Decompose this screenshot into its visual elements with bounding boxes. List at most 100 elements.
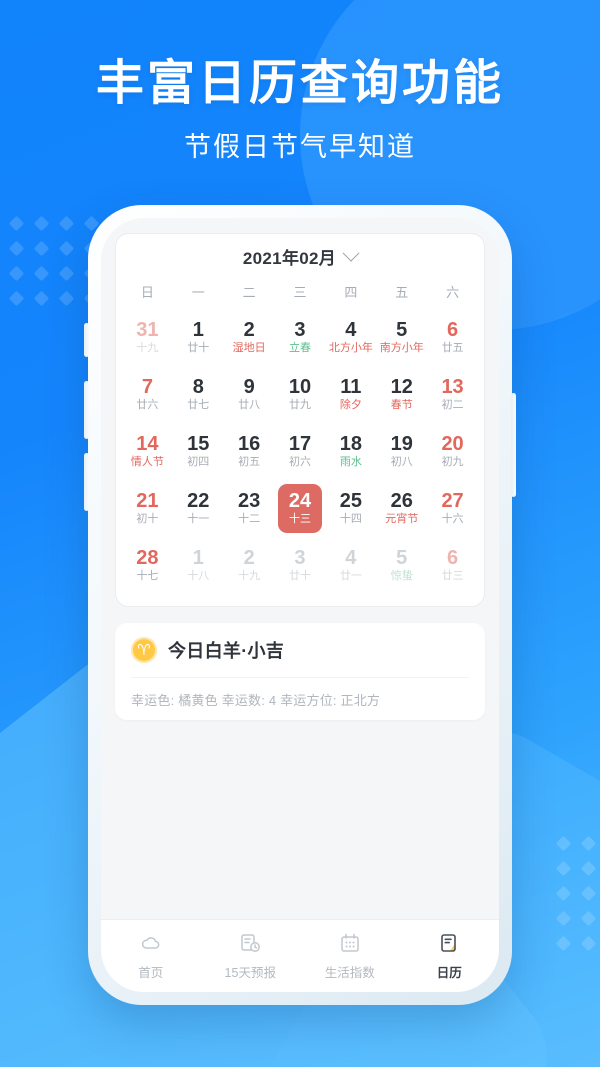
calendar-day-sublabel: 廿五 bbox=[441, 341, 464, 354]
calendar-day-cell[interactable]: 28 十七 bbox=[122, 537, 173, 594]
calendar-day-cell[interactable]: 10 廿九 bbox=[275, 366, 326, 423]
calendar-day-sublabel: 廿八 bbox=[238, 398, 261, 411]
weekday-label-1: 一 bbox=[191, 285, 205, 300]
calendar-day-number: 9 bbox=[243, 375, 255, 398]
tab-forecast-clock[interactable]: 15天预报 bbox=[201, 931, 301, 981]
calendar-day-box: 25 十四 bbox=[329, 484, 373, 533]
calendar-week-row: 21 初十 22 十一 23 十二 24 十三 25 十四 26 元宵节 27 十六 bbox=[116, 480, 484, 537]
calendar-day-cell[interactable]: 31 十九 bbox=[122, 309, 173, 366]
calendar-day-box: 8 廿七 bbox=[176, 370, 220, 419]
calendar-day-cell[interactable]: 6 廿三 bbox=[427, 537, 478, 594]
calendar-day-cell[interactable]: 19 初八 bbox=[376, 423, 427, 480]
calendar-day-number: 6 bbox=[447, 546, 459, 569]
calendar-day-cell[interactable]: 12 春节 bbox=[376, 366, 427, 423]
tab-calendar-grid[interactable]: 生活指数 bbox=[300, 931, 400, 981]
calendar-day-number: 11 bbox=[340, 375, 362, 398]
calendar-day-sublabel: 十一 bbox=[187, 512, 210, 525]
calendar-day-cell[interactable]: 23 十二 bbox=[224, 480, 275, 537]
calendar-day-number: 5 bbox=[396, 546, 408, 569]
calendar-day-number: 27 bbox=[441, 489, 464, 512]
calendar-month-selector[interactable]: 2021年02月 bbox=[116, 234, 484, 278]
cloud-icon bbox=[139, 931, 163, 955]
calendar-day-cell[interactable]: 26 元宵节 bbox=[376, 480, 427, 537]
calendar-day-number: 18 bbox=[339, 432, 362, 455]
calendar-day-cell[interactable]: 25 十四 bbox=[325, 480, 376, 537]
calendar-day-number: 26 bbox=[390, 489, 413, 512]
phone-button-volume-down bbox=[84, 453, 89, 511]
calendar-day-sublabel: 北方小年 bbox=[328, 341, 373, 354]
calendar-day-cell[interactable]: 3 立春 bbox=[275, 309, 326, 366]
weekday-label-2: 二 bbox=[242, 285, 256, 300]
document-icon bbox=[437, 931, 461, 955]
calendar-day-cell[interactable]: 2 十九 bbox=[224, 537, 275, 594]
tab-label: 首页 bbox=[138, 966, 164, 980]
calendar-day-sublabel: 廿九 bbox=[288, 398, 311, 411]
calendar-day-cell[interactable]: 14 情人节 bbox=[122, 423, 173, 480]
calendar-day-number: 5 bbox=[396, 318, 408, 341]
calendar-day-number: 20 bbox=[441, 432, 464, 455]
calendar-day-number: 12 bbox=[390, 375, 413, 398]
promo-banner: 丰富日历查询功能 节假日节气早知道 2021年02月 日一二三四五六 31 十九 1… bbox=[0, 0, 600, 1067]
calendar-day-sublabel: 除夕 bbox=[339, 398, 362, 411]
calendar-day-cell[interactable]: 24 十三 bbox=[275, 480, 326, 537]
calendar-day-cell[interactable]: 1 廿十 bbox=[173, 309, 224, 366]
calendar-day-box: 9 廿八 bbox=[227, 370, 271, 419]
calendar-day-cell[interactable]: 9 廿八 bbox=[224, 366, 275, 423]
calendar-day-cell[interactable]: 20 初九 bbox=[427, 423, 478, 480]
calendar-day-number: 3 bbox=[294, 546, 306, 569]
calendar-day-box: 13 初二 bbox=[431, 370, 475, 419]
calendar-day-cell[interactable]: 11 除夕 bbox=[325, 366, 376, 423]
calendar-day-cell[interactable]: 8 廿七 bbox=[173, 366, 224, 423]
calendar-day-number: 4 bbox=[345, 318, 357, 341]
calendar-day-cell[interactable]: 22 十一 bbox=[173, 480, 224, 537]
tab-cloud[interactable]: 首页 bbox=[101, 931, 201, 981]
calendar-day-number: 2 bbox=[243, 546, 255, 569]
calendar-day-sublabel: 初五 bbox=[238, 455, 261, 468]
calendar-day-number: 2 bbox=[243, 318, 255, 341]
decor-dot-pattern-left bbox=[0, 215, 100, 307]
calendar-day-cell[interactable]: 17 初六 bbox=[275, 423, 326, 480]
calendar-day-sublabel: 初八 bbox=[390, 455, 413, 468]
calendar-day-number: 1 bbox=[192, 318, 204, 341]
calendar-day-number: 1 bbox=[192, 546, 204, 569]
calendar-day-cell[interactable]: 1 十八 bbox=[173, 537, 224, 594]
calendar-day-cell[interactable]: 5 南方小年 bbox=[376, 309, 427, 366]
calendar-day-box: 22 十一 bbox=[176, 484, 220, 533]
calendar-day-cell[interactable]: 21 初十 bbox=[122, 480, 173, 537]
calendar-day-sublabel: 廿十 bbox=[187, 341, 210, 354]
calendar-week-row: 31 十九 1 廿十 2 湿地日 3 立春 4 北方小年 5 南方小年 6 廿五 bbox=[116, 309, 484, 366]
calendar-day-box: 1 十八 bbox=[176, 541, 220, 590]
calendar-day-cell[interactable]: 5 惊蛰 bbox=[376, 537, 427, 594]
calendar-day-sublabel: 廿六 bbox=[136, 398, 159, 411]
calendar-day-number: 31 bbox=[136, 318, 159, 341]
phone-screen-bezel: 2021年02月 日一二三四五六 31 十九 1 廿十 2 湿地日 3 立春 4 北方小年 5 南方小… bbox=[101, 218, 499, 992]
calendar-day-box: 6 廿三 bbox=[431, 541, 475, 590]
calendar-day-cell[interactable]: 13 初二 bbox=[427, 366, 478, 423]
calendar-day-sublabel: 十四 bbox=[339, 512, 362, 525]
weekday-label-5: 五 bbox=[395, 285, 409, 300]
calendar-day-number: 14 bbox=[136, 432, 159, 455]
phone-mockup: 2021年02月 日一二三四五六 31 十九 1 廿十 2 湿地日 3 立春 4 北方小年 5 南方小… bbox=[84, 205, 516, 1005]
calendar-day-cell[interactable]: 16 初五 bbox=[224, 423, 275, 480]
decor-dot-pattern-right bbox=[555, 835, 597, 952]
calendar-day-cell[interactable]: 27 十六 bbox=[427, 480, 478, 537]
calendar-day-cell[interactable]: 7 廿六 bbox=[122, 366, 173, 423]
calendar-day-box: 3 廿十 bbox=[278, 541, 322, 590]
calendar-day-cell[interactable]: 6 廿五 bbox=[427, 309, 478, 366]
calendar-day-box: 16 初五 bbox=[227, 427, 271, 476]
calendar-day-number: 6 bbox=[447, 318, 459, 341]
calendar-day-cell[interactable]: 2 湿地日 bbox=[224, 309, 275, 366]
calendar-day-cell[interactable]: 4 北方小年 bbox=[325, 309, 376, 366]
calendar-day-cell[interactable]: 18 雨水 bbox=[325, 423, 376, 480]
calendar-day-cell[interactable]: 4 廿一 bbox=[325, 537, 376, 594]
tab-label: 日历 bbox=[436, 966, 462, 980]
calendar-day-box: 7 廿六 bbox=[125, 370, 169, 419]
calendar-day-sublabel: 十七 bbox=[136, 569, 159, 582]
calendar-day-cell[interactable]: 15 初四 bbox=[173, 423, 224, 480]
bottom-tab-bar: 首页 15天预报 生活指数 日历 bbox=[101, 919, 499, 992]
tab-document[interactable]: 日历 bbox=[400, 931, 500, 981]
calendar-day-box: 4 北方小年 bbox=[329, 313, 373, 362]
calendar-day-number: 28 bbox=[136, 546, 159, 569]
calendar-day-cell[interactable]: 3 廿十 bbox=[275, 537, 326, 594]
horoscope-card[interactable]: ♈ 今日白羊·小吉 幸运色: 橘黄色 幸运数: 4 幸运方位: 正北方 bbox=[115, 623, 485, 720]
